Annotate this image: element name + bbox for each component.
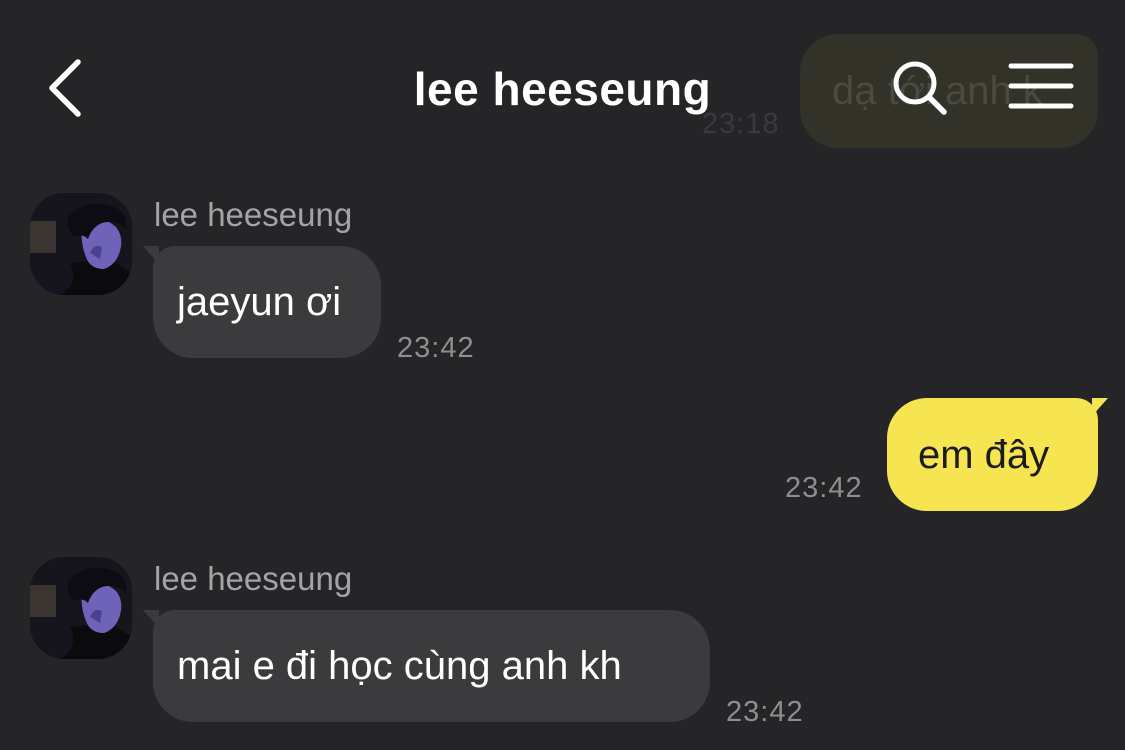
avatar[interactable] xyxy=(30,557,132,659)
hamburger-menu-icon xyxy=(1008,63,1074,109)
message-bubble-received[interactable]: mai e đi học cùng anh kh xyxy=(143,610,710,722)
sender-name: lee heeseung xyxy=(154,560,353,597)
search-button[interactable] xyxy=(890,58,950,118)
avatar[interactable] xyxy=(30,193,132,295)
message-text: em đây xyxy=(918,432,1050,477)
message-timestamp: 23:42 xyxy=(785,472,863,504)
menu-button[interactable] xyxy=(1008,62,1074,112)
message-text: jaeyun ơi xyxy=(177,280,342,324)
message-text: mai e đi học cùng anh kh xyxy=(177,644,622,688)
message-bubble-received[interactable]: jaeyun ơi xyxy=(143,246,381,358)
page-title: lee heeseung xyxy=(413,63,712,115)
search-icon xyxy=(893,61,947,115)
message-bubble-sent[interactable]: em đây xyxy=(887,398,1108,511)
sender-name: lee heeseung xyxy=(154,196,353,233)
message-timestamp: 23:42 xyxy=(397,332,475,364)
message-timestamp: 23:42 xyxy=(726,696,804,728)
